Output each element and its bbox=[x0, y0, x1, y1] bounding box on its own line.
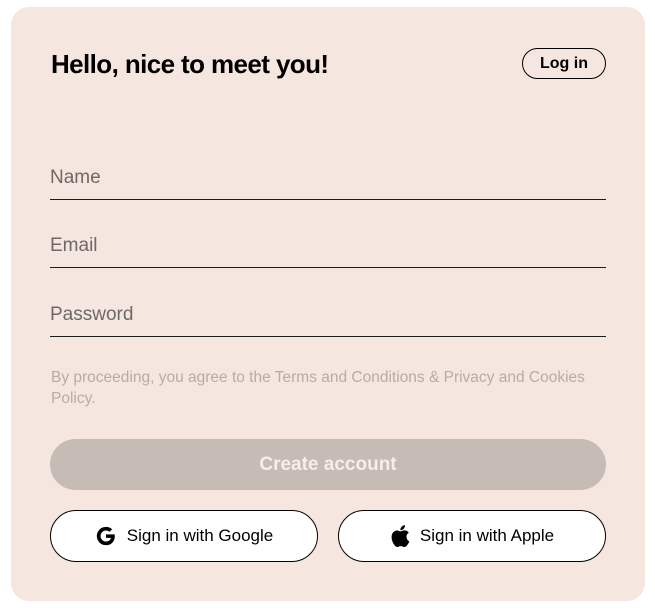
name-field[interactable] bbox=[50, 156, 606, 200]
password-field[interactable] bbox=[50, 293, 606, 337]
apple-button-label: Sign in with Apple bbox=[419, 526, 555, 545]
signup-card: Hello, nice to meet you! Log in By proce… bbox=[11, 7, 645, 601]
google-button-label: Sign in with Google bbox=[126, 526, 274, 545]
google-icon bbox=[95, 525, 117, 547]
create-account-button[interactable]: Create account bbox=[50, 439, 606, 490]
sign-in-apple-button[interactable]: Sign in with Apple bbox=[338, 510, 606, 562]
login-button[interactable]: Log in bbox=[522, 48, 606, 79]
page-title: Hello, nice to meet you! bbox=[51, 49, 329, 79]
email-field[interactable] bbox=[50, 224, 606, 268]
legal-notice: By proceeding, you agree to the Terms an… bbox=[51, 369, 585, 407]
sign-in-google-button[interactable]: Sign in with Google bbox=[50, 510, 318, 562]
apple-icon bbox=[390, 524, 410, 548]
